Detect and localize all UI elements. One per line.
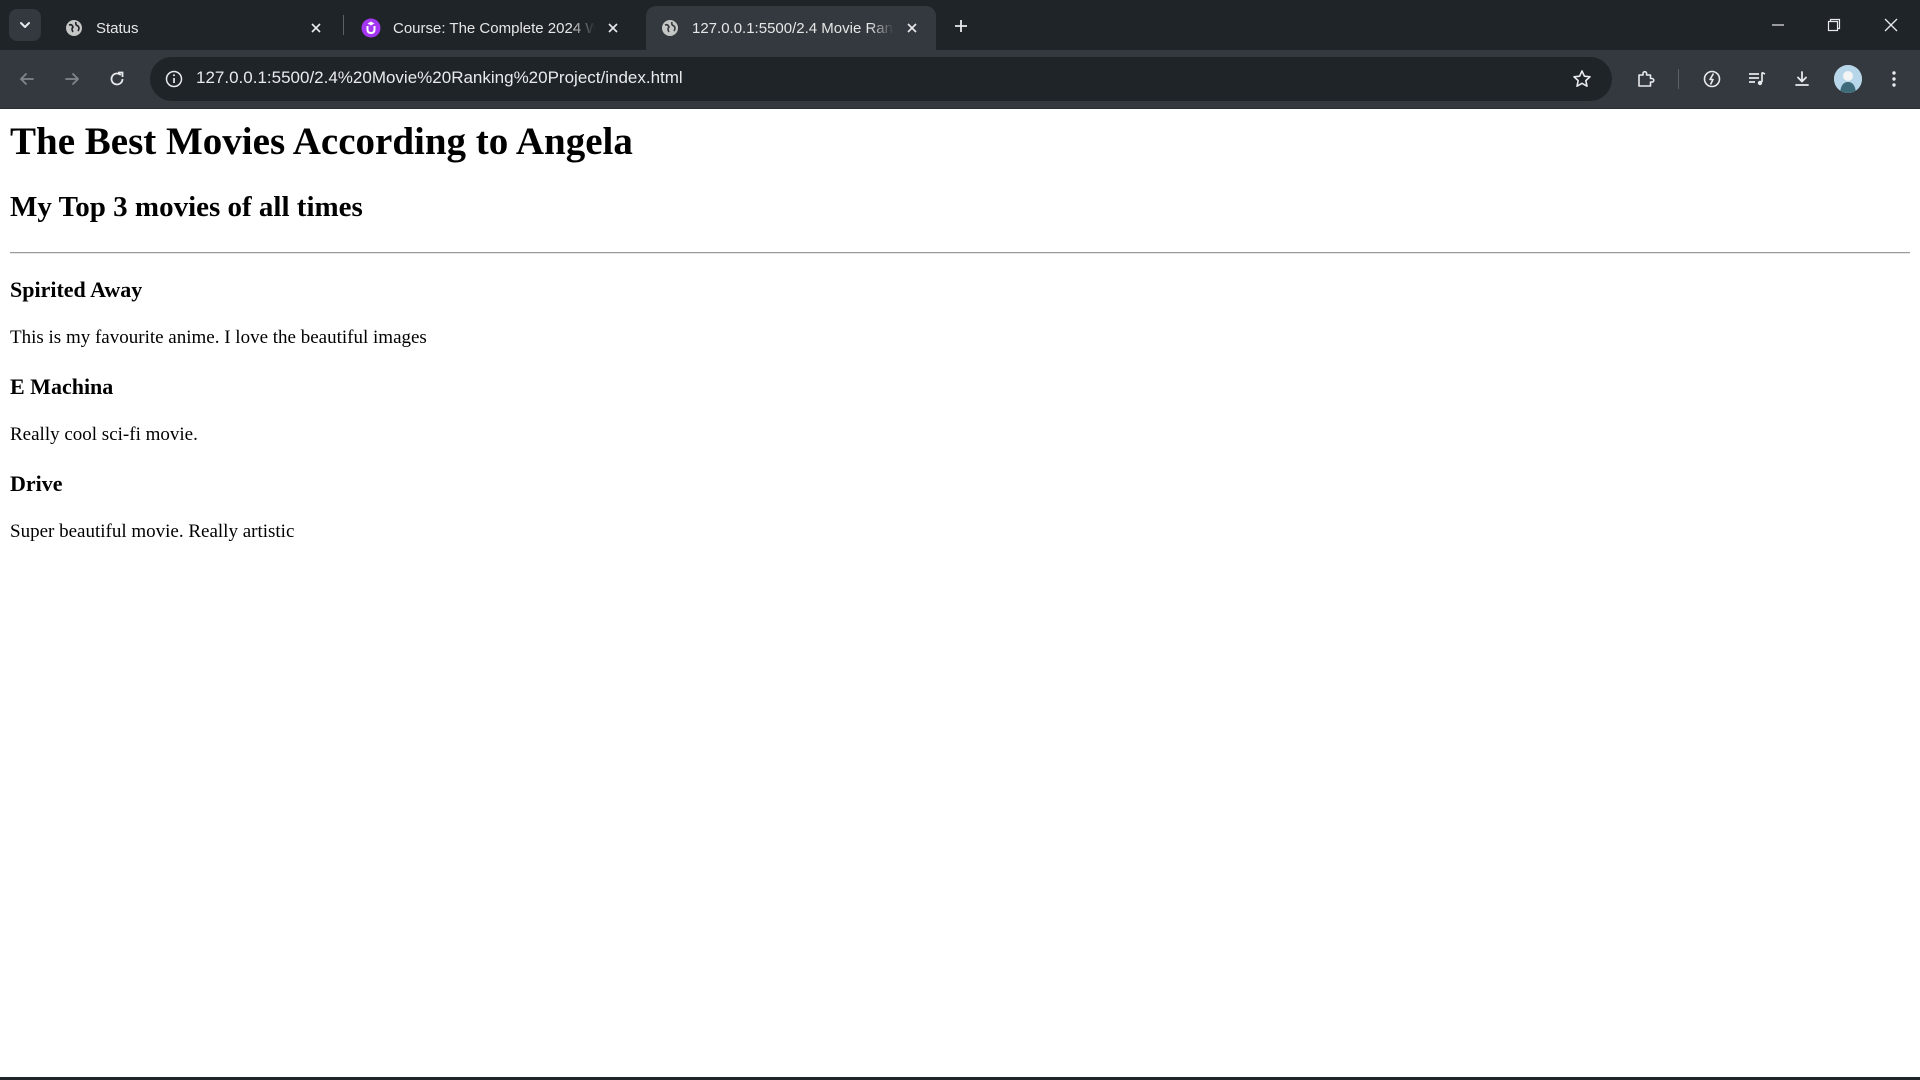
reload-button[interactable]	[101, 63, 133, 95]
performance-button[interactable]	[1696, 63, 1728, 95]
info-icon	[165, 70, 183, 88]
udemy-icon	[361, 18, 381, 38]
speedometer-icon	[1703, 70, 1721, 88]
movie-description: Super beautiful movie. Really artistic	[10, 521, 295, 542]
browser-toolbar: 127.0.0.1:5500/2.4%20Movie%20Ranking%20P…	[0, 50, 1920, 108]
movie-title: E Machina	[10, 374, 114, 399]
tab-title: Status	[96, 19, 139, 37]
close-icon[interactable]	[306, 18, 326, 38]
reload-icon	[110, 71, 124, 86]
plus-icon	[955, 20, 967, 32]
playlist-music-icon	[1749, 71, 1766, 86]
movie-description: This is my favourite anime. I love the b…	[10, 327, 427, 348]
downloads-button[interactable]	[1786, 63, 1818, 95]
close-icon[interactable]	[902, 18, 922, 38]
page-subtitle: My Top 3 movies of all times	[10, 191, 363, 223]
forward-button[interactable]	[56, 63, 88, 95]
web-page: The Best Movies According to Angela My T…	[0, 109, 1920, 1077]
download-icon	[1795, 71, 1809, 86]
tab-course[interactable]: Course: The Complete 2024 Web Developmen…	[347, 6, 637, 50]
browser-menu-button[interactable]	[1878, 63, 1910, 95]
restore-button[interactable]	[1814, 8, 1854, 42]
url-text[interactable]: 127.0.0.1:5500/2.4%20Movie%20Ranking%20P…	[196, 68, 683, 88]
tab-title: 127.0.0.1:5500/2.4 Movie Ranking Project…	[692, 19, 894, 37]
globe-icon	[64, 18, 84, 38]
horizontal-rule	[10, 252, 1910, 254]
movie-title: Drive	[10, 471, 63, 496]
close-icon[interactable]	[603, 18, 623, 38]
new-tab-button[interactable]	[948, 13, 974, 39]
tab-title: Course: The Complete 2024 Web Developmen…	[393, 19, 595, 37]
movie-description: Really cool sci-fi movie.	[10, 424, 198, 445]
movie-title: Spirited Away	[10, 277, 143, 302]
page-title: The Best Movies According to Angela	[10, 120, 633, 163]
tab-separator	[343, 15, 344, 35]
minimize-icon	[1772, 24, 1784, 26]
toolbar-divider	[1678, 69, 1679, 89]
avatar-icon	[1834, 65, 1862, 93]
restore-icon	[1827, 18, 1841, 32]
arrow-left-icon	[20, 73, 34, 85]
puzzle-icon	[1638, 70, 1655, 87]
more-vertical-icon	[1892, 71, 1896, 87]
tab-strip: Status Course: The Complete 2024 Web Dev…	[0, 0, 1920, 50]
tab-status[interactable]: Status	[50, 6, 340, 50]
chevron-down-icon	[20, 22, 30, 28]
bookmark-button[interactable]	[1568, 65, 1596, 93]
profile-avatar[interactable]	[1834, 65, 1862, 93]
window-close-button[interactable]	[1871, 8, 1911, 42]
extensions-button[interactable]	[1630, 63, 1662, 95]
back-button[interactable]	[11, 63, 43, 95]
tab-active-page[interactable]: 127.0.0.1:5500/2.4 Movie Ranking Project…	[646, 6, 936, 50]
tab-search-button[interactable]	[9, 9, 41, 41]
arrow-right-icon	[65, 73, 79, 85]
close-icon	[1884, 18, 1898, 32]
site-info-button[interactable]	[160, 65, 188, 93]
star-icon	[1573, 70, 1591, 87]
address-bar[interactable]: 127.0.0.1:5500/2.4%20Movie%20Ranking%20P…	[150, 57, 1612, 101]
media-control-button[interactable]	[1741, 63, 1773, 95]
globe-icon	[660, 18, 680, 38]
minimize-button[interactable]	[1758, 8, 1798, 42]
